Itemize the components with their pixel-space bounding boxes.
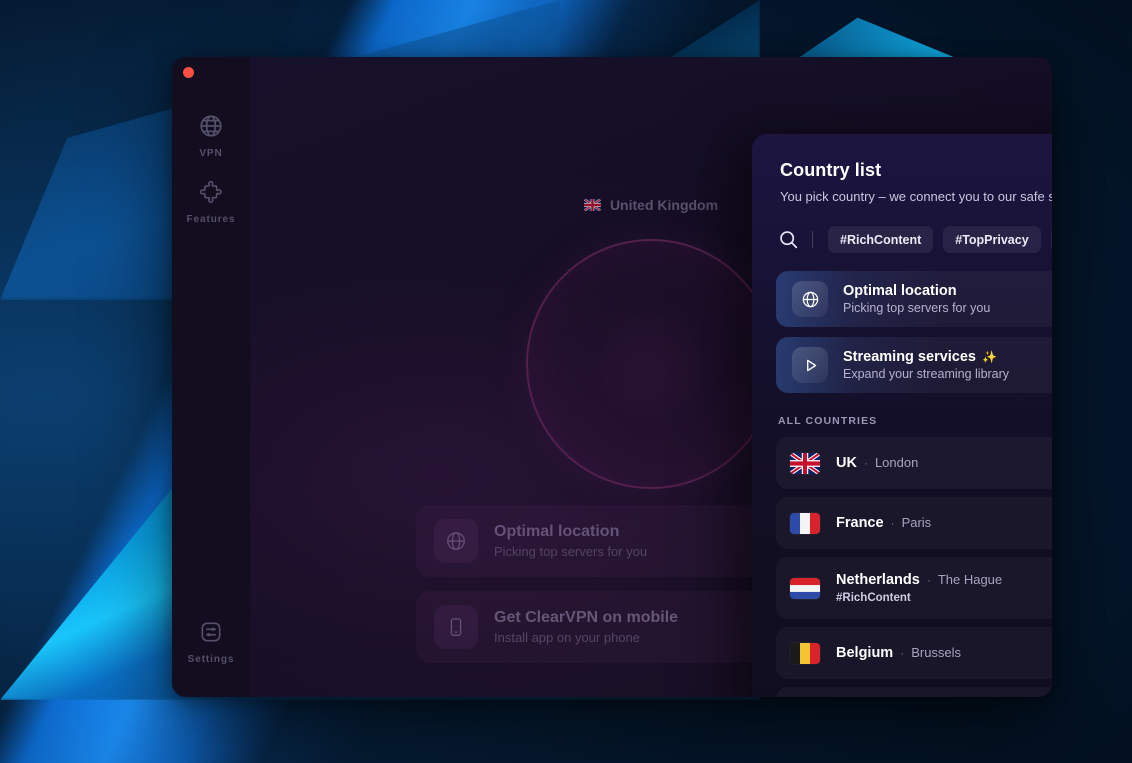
page-title: Country list [780,160,882,180]
sidebar-item-settings[interactable]: Settings [172,619,250,665]
sliders-icon [198,619,224,645]
main-card-subtitle: Picking top servers for you [494,544,648,559]
sidebar-item-label: VPN [199,148,223,159]
feature-card-title: Optimal location [843,283,957,299]
current-location-indicator[interactable]: United Kingdom [583,197,719,213]
all-countries-section-header: ALL COUNTRIES PING [752,393,1052,437]
country-name: Belgium [836,645,894,661]
desktop-background: VPN Features Settings United Kingdom Opt… [0,0,1132,763]
window-close-traffic-light[interactable] [183,67,194,78]
filter-row: #RichContent #TopPrivacy #CostSaving [752,204,1052,253]
globe-icon [198,113,224,139]
feature-card-optimal-location[interactable]: Optimal location Picking top servers for… [776,271,1052,327]
vpn-app-window: VPN Features Settings United Kingdom Opt… [172,57,1052,697]
country-name: France [836,515,884,531]
sidebar-item-vpn[interactable]: VPN [172,113,250,159]
table-row[interactable]: Belgium · Brussels 21 ms [776,627,1052,679]
puzzle-icon [198,179,224,205]
section-title: ALL COUNTRIES [778,414,878,427]
separator-dot: · [900,646,905,660]
search-icon[interactable] [778,229,799,250]
country-name: UK [836,455,857,471]
country-list-panel: Country list You pick country – we conne… [752,134,1052,697]
sidebar-item-label: Features [186,214,236,225]
table-row[interactable]: France · Paris 17 ms [776,497,1052,549]
feature-card-streaming-services[interactable]: Streaming services ✨ Expand your streami… [776,337,1052,393]
country-list: UK · London 11 ms [776,437,1052,697]
feature-card-title: Streaming services [843,349,976,365]
country-list-scroll-area[interactable]: UK · London 11 ms [752,437,1052,697]
tag-cost-saving[interactable]: #CostSaving [1050,226,1052,253]
table-row[interactable]: UK · London 11 ms [776,437,1052,489]
separator-dot: · [926,573,931,587]
power-button-ring[interactable] [526,239,776,489]
country-name: Netherlands [836,572,920,588]
uk-flag-icon [790,452,820,474]
table-row[interactable]: Germany · Frankfurt Am Main 22 ms [776,687,1052,697]
sidebar: VPN Features Settings [172,57,250,697]
city-name: The Hague [937,572,1003,587]
sidebar-item-features[interactable]: Features [172,179,250,225]
globe-icon [792,281,828,317]
globe-icon [434,519,478,563]
france-flag-icon [790,512,820,534]
main-card-title: Optimal location [494,523,620,540]
feature-card-subtitle: Picking top servers for you [843,301,991,315]
belgium-flag-icon [790,642,820,664]
table-row[interactable]: Netherlands · The Hague #RichContent 19 … [776,557,1052,619]
phone-icon [434,605,478,649]
current-location-label: United Kingdom [609,197,719,213]
uk-flag-icon [583,199,601,211]
city-name: Paris [901,515,932,530]
panel-header: Country list You pick country – we conne… [752,134,1052,204]
main-card-subtitle: Install app on your phone [494,630,640,645]
city-name: Brussels [911,645,962,660]
tag-top-privacy[interactable]: #TopPrivacy [943,226,1041,253]
play-icon [792,347,828,383]
city-name: London [874,455,919,470]
feature-card-subtitle: Expand your streaming library [843,367,1010,381]
tag-rich-content[interactable]: #RichContent [828,226,934,253]
country-tag: #RichContent [836,592,911,604]
main-card-title: Get ClearVPN on mobile [494,609,679,626]
sparkle-icon: ✨ [982,350,997,364]
feature-card-list: Optimal location Picking top servers for… [752,253,1052,393]
netherlands-flag-icon [790,577,820,599]
sidebar-item-label: Settings [187,654,235,665]
panel-subtitle: You pick country – we connect you to our… [780,189,1052,204]
separator-dot: · [863,456,868,470]
filter-divider [812,231,813,248]
separator-dot: · [890,516,895,530]
